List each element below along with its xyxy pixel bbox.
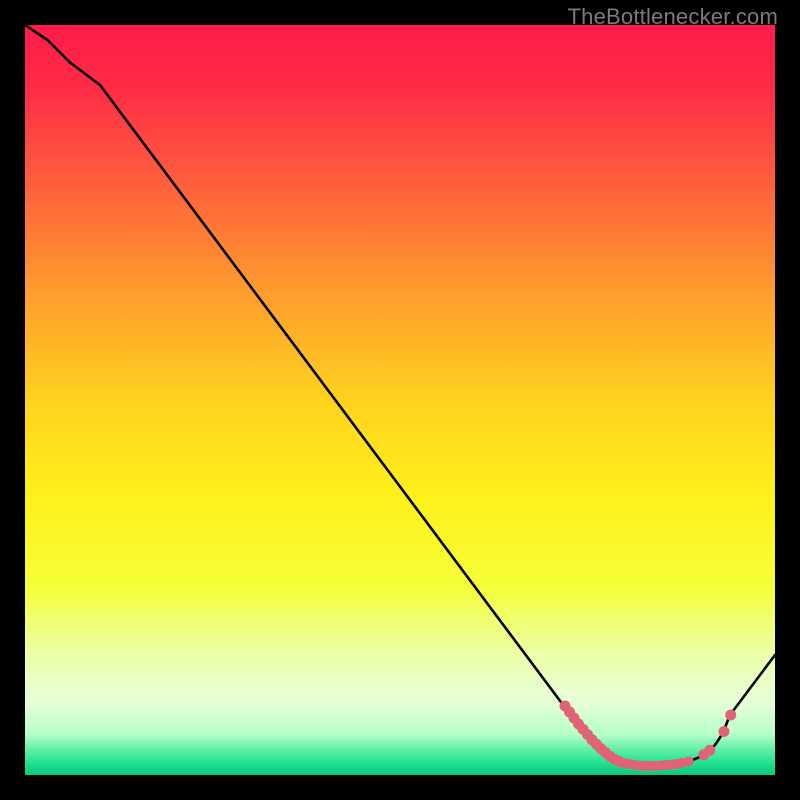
chart-overlay: [25, 25, 775, 775]
chart-stage: TheBottlenecker.com: [0, 0, 800, 800]
chart-plot-area: [25, 25, 775, 775]
watermark-text: TheBottlenecker.com: [568, 4, 778, 30]
curve-marker: [684, 757, 693, 766]
curve-marker: [719, 727, 729, 737]
curve-marker: [705, 745, 715, 755]
bottleneck-curve: [25, 25, 775, 766]
curve-marker: [726, 710, 736, 720]
